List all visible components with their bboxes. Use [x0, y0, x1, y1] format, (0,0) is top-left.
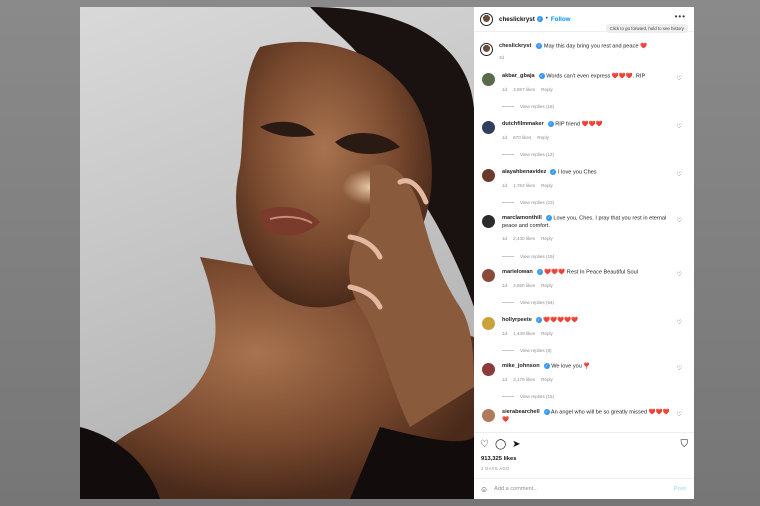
comment-text: RIP friend ❤️❤️❤️ — [555, 121, 603, 128]
caption-text: May this day bring you rest and peace ❤️ — [543, 43, 647, 50]
like-comment-heart-icon[interactable]: ♡ — [677, 319, 682, 326]
comment-likes[interactable]: 670 likes — [513, 135, 531, 140]
verified-icon: ✓ — [545, 215, 552, 221]
comment-likes[interactable]: 3,867 likes — [513, 87, 535, 92]
commenter-avatar[interactable] — [482, 121, 495, 134]
verified-icon: ✓ — [550, 169, 557, 175]
post-caption: cheslickryst ✓ May this day bring you res… — [474, 32, 694, 60]
comment-text: I love you Ches — [558, 169, 597, 176]
post-header: cheslickryst ✓ • Follow ••• Click to go … — [474, 7, 694, 33]
view-replies-button[interactable]: View replies (8) — [502, 347, 674, 354]
comment-likes[interactable]: 3,179 likes — [513, 377, 535, 382]
commenter-avatar[interactable] — [482, 409, 495, 422]
reply-button[interactable]: Reply — [541, 283, 553, 288]
action-icons-row: ♡ ◯ ➤ ⛉ — [474, 433, 694, 450]
comment-username[interactable]: dutchfilmmaker — [502, 121, 544, 127]
commenter-avatar[interactable] — [482, 169, 495, 182]
comment-username[interactable]: sierabearchell — [502, 409, 540, 415]
post-modal: cheslickryst ✓ • Follow ••• Click to go … — [80, 7, 694, 499]
commenter-avatar[interactable] — [482, 363, 495, 376]
comment-likes[interactable]: 3,860 likes — [513, 283, 535, 288]
verified-icon: ✓ — [543, 409, 550, 415]
reply-button[interactable]: Reply — [541, 236, 553, 241]
reply-button[interactable]: Reply — [537, 135, 549, 140]
comment-age: 1d — [502, 182, 508, 188]
comment-icon[interactable]: ◯ — [495, 440, 506, 450]
follow-button[interactable]: Follow — [551, 16, 571, 23]
post-comment-button[interactable]: Post — [674, 486, 686, 492]
post-likes-count[interactable]: 913,325 likes — [474, 450, 694, 462]
commenter-avatar[interactable] — [482, 269, 495, 282]
heart-icon[interactable]: ♡ — [480, 440, 489, 450]
comment-age: 1d — [502, 282, 508, 288]
comment-username[interactable]: marielowan — [502, 269, 533, 275]
view-replies-button[interactable]: View replies (23) — [502, 199, 674, 206]
author-username[interactable]: cheslickryst — [499, 16, 535, 23]
comment-username[interactable]: alayahbenavidez — [502, 169, 546, 175]
author-avatar[interactable] — [480, 12, 493, 26]
view-replies-button[interactable]: View replies (18) — [502, 103, 674, 110]
like-comment-heart-icon[interactable]: ♡ — [677, 411, 682, 418]
comment-text: We love you ❣️ — [551, 363, 591, 370]
bookmark-icon[interactable]: ⛉ — [681, 440, 689, 450]
emoji-icon[interactable]: ☺ — [480, 485, 488, 494]
view-replies-button[interactable]: View replies (19) — [502, 253, 674, 260]
like-comment-heart-icon[interactable]: ♡ — [677, 365, 682, 372]
reply-button[interactable]: Reply — [541, 377, 553, 382]
add-comment-input[interactable]: Add a comment... — [494, 486, 538, 492]
post-photo[interactable] — [80, 7, 474, 499]
share-icon[interactable]: ➤ — [512, 440, 520, 450]
view-replies-button[interactable]: View replies (15) — [502, 393, 674, 400]
portrait-image — [80, 7, 474, 499]
caption-avatar[interactable] — [480, 43, 493, 56]
comment-likes[interactable]: 1,449 likes — [513, 331, 535, 336]
comment-likes[interactable]: 2,430 likes — [513, 236, 535, 241]
caption-username[interactable]: cheslickryst — [499, 43, 531, 49]
comment-age: 1d — [502, 86, 508, 92]
comment-age: 1d — [502, 236, 508, 242]
comment-text: ❤️❤️❤️❤️❤️ — [543, 317, 579, 324]
like-comment-heart-icon[interactable]: ♡ — [677, 271, 682, 278]
comment-username[interactable]: marclamonthill — [502, 215, 542, 221]
comment-text: Words can't even express ❤️❤️❤️. RIP — [546, 73, 646, 80]
commenter-avatar[interactable] — [482, 317, 495, 330]
caption-age: 2d — [499, 55, 505, 61]
comment-age: 1d — [502, 134, 508, 140]
verified-icon: ✓ — [543, 363, 550, 369]
reply-button[interactable]: Reply — [541, 331, 553, 336]
comment-username[interactable]: mike_johnson — [502, 363, 540, 369]
reply-button[interactable]: Reply — [541, 87, 553, 92]
commenter-avatar[interactable] — [482, 73, 495, 86]
comment-likes[interactable]: 1,763 likes — [513, 183, 535, 188]
comment-age: 1d — [502, 330, 508, 336]
comment-username[interactable]: hollyrpeete — [502, 317, 532, 323]
more-options-icon[interactable]: ••• — [675, 12, 686, 21]
post-age: 2 DAYS AGO — [481, 466, 510, 471]
caption-text-line: cheslickryst ✓ May this day bring you res… — [499, 43, 647, 50]
comment-username[interactable]: akbar_gbaja — [502, 73, 535, 79]
like-comment-heart-icon[interactable]: ♡ — [677, 171, 682, 178]
verified-icon: ✓ — [547, 121, 554, 127]
comment-text: ❤️❤️❤️ Rest In Peace Beautiful Soul — [544, 269, 639, 276]
verified-icon: ✓ — [536, 43, 543, 49]
verified-icon: ✓ — [536, 16, 543, 22]
reply-button[interactable]: Reply — [541, 183, 553, 188]
commenter-avatar[interactable] — [482, 215, 495, 228]
verified-icon: ✓ — [536, 269, 543, 275]
verified-icon: ✓ — [535, 317, 542, 323]
comment-age: 1d — [502, 376, 508, 382]
comments-panel: cheslickryst ✓ • Follow ••• Click to go … — [474, 7, 694, 499]
separator-dot: • — [545, 16, 548, 22]
verified-icon: ✓ — [538, 73, 545, 79]
view-replies-button[interactable]: View replies (64) — [502, 299, 674, 306]
view-replies-button[interactable]: View replies (12) — [502, 151, 674, 158]
add-comment-bar: ☺ Add a comment... Post — [474, 478, 694, 499]
like-comment-heart-icon[interactable]: ♡ — [677, 123, 682, 130]
like-comment-heart-icon[interactable]: ♡ — [677, 75, 682, 82]
like-comment-heart-icon[interactable]: ♡ — [677, 217, 682, 224]
